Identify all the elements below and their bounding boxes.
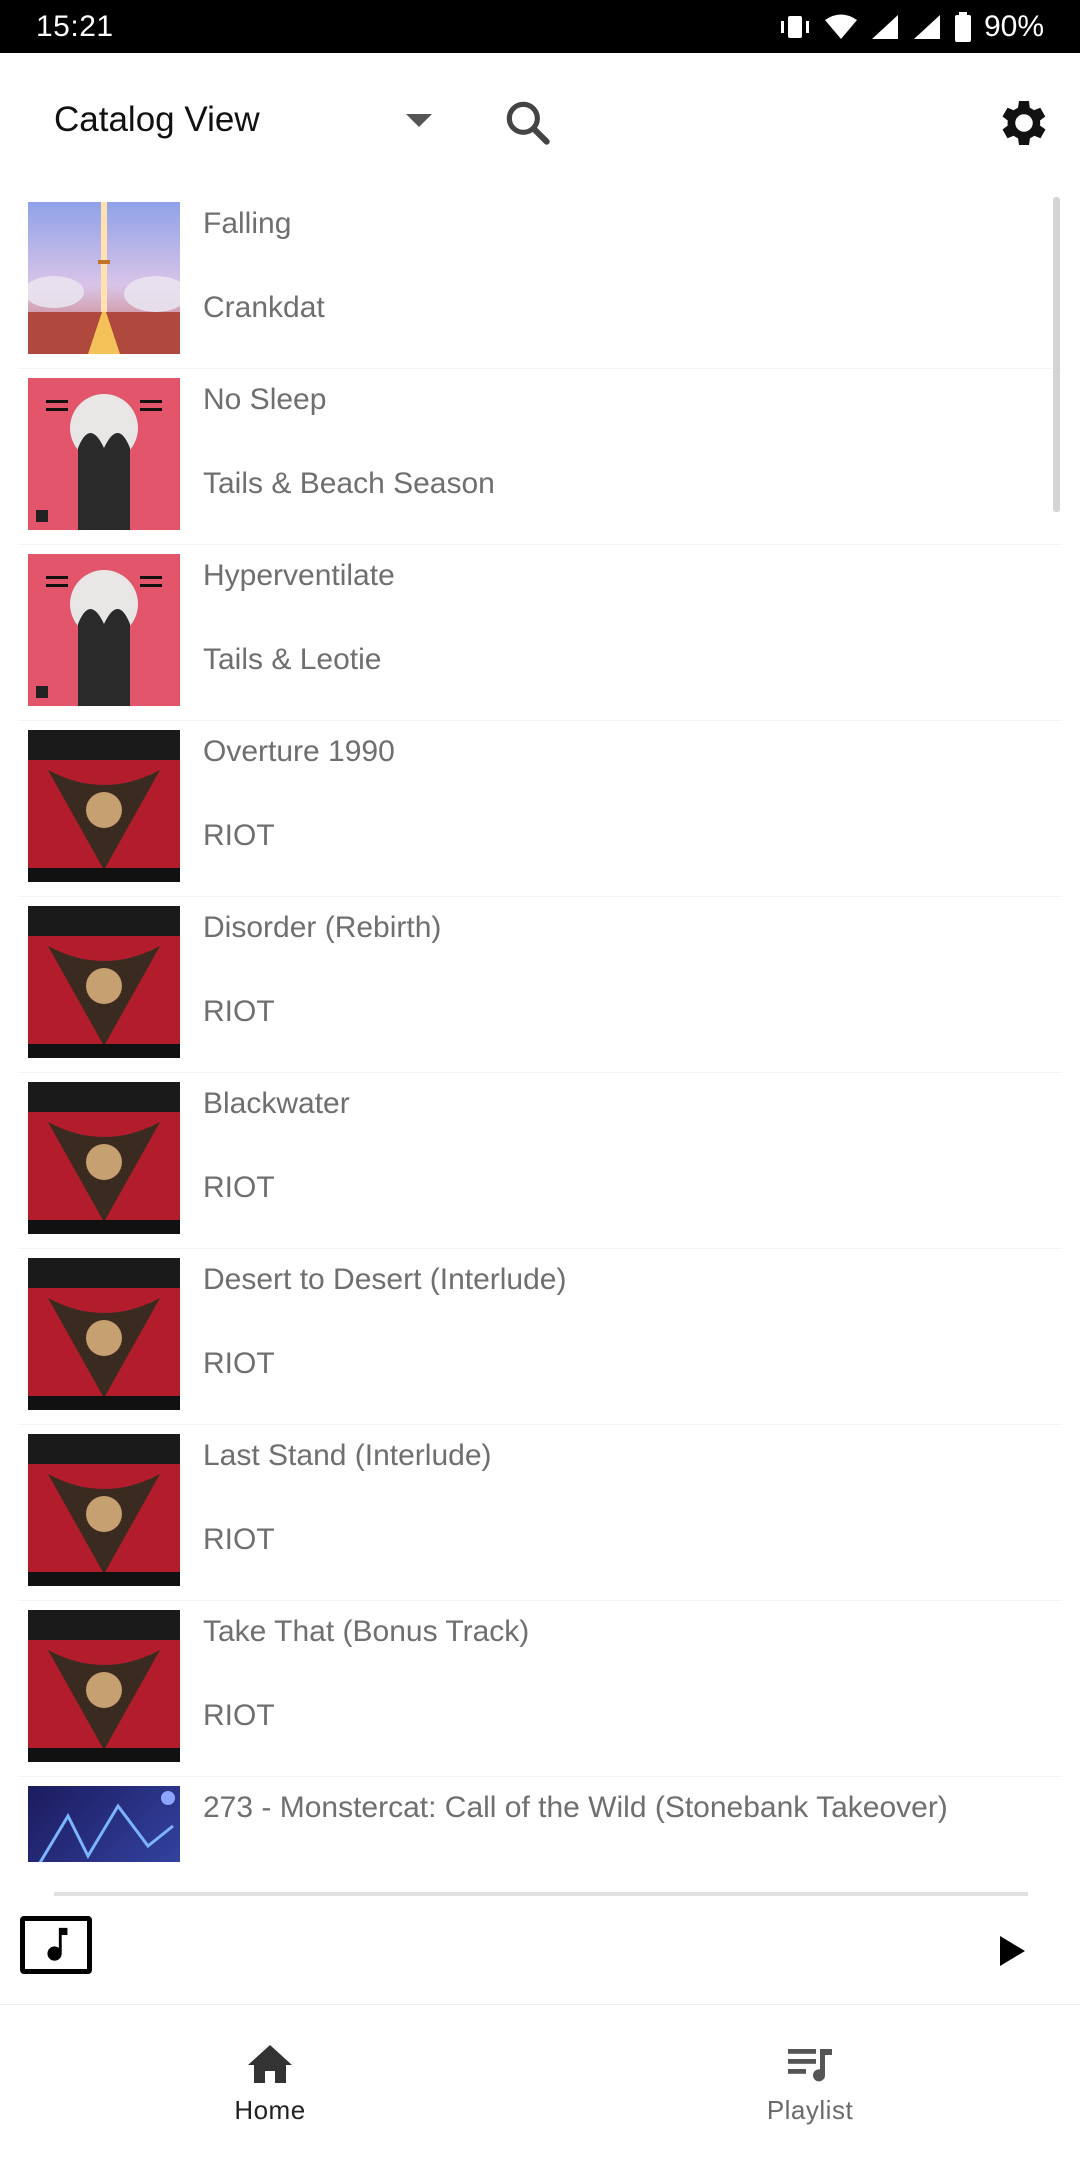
track-title: Take That (Bonus Track)	[203, 1615, 530, 1648]
playback-progress-bar[interactable]	[54, 1892, 1028, 1896]
home-icon	[248, 2045, 292, 2083]
album-art	[28, 906, 180, 1058]
battery-percent: 90%	[983, 9, 1044, 43]
search-icon	[506, 101, 550, 145]
album-art	[28, 1082, 180, 1234]
signal-icon-2	[913, 14, 940, 39]
track-artist: RIOT	[203, 1171, 275, 1204]
view-selector-dropdown[interactable]: Catalog View	[36, 85, 456, 155]
track-row[interactable]: Hyperventilate Tails & Leotie	[18, 545, 1062, 721]
nav-playlist[interactable]: Playlist	[540, 2005, 1080, 2161]
track-row[interactable]: 273 - Monstercat: Call of the Wild (Ston…	[18, 1777, 1062, 1862]
album-art	[28, 1786, 180, 1862]
status-bar: 15:21 90%	[0, 0, 1080, 53]
search-button[interactable]	[500, 95, 556, 151]
track-row[interactable]: Blackwater RIOT	[18, 1073, 1062, 1249]
album-art	[28, 730, 180, 882]
album-art	[28, 554, 180, 706]
wifi-icon	[824, 14, 857, 39]
battery-icon	[954, 11, 971, 42]
track-title: Blackwater	[203, 1087, 350, 1120]
settings-button[interactable]	[994, 93, 1054, 153]
track-row[interactable]: Last Stand (Interlude) RIOT	[18, 1425, 1062, 1601]
playlist-icon	[788, 2049, 832, 2082]
track-title: Desert to Desert (Interlude)	[203, 1263, 567, 1296]
track-artist: RIOT	[203, 995, 275, 1028]
track-row[interactable]: No Sleep Tails & Beach Season	[18, 369, 1062, 545]
track-row[interactable]: Disorder (Rebirth) RIOT	[18, 897, 1062, 1073]
gear-icon	[1002, 101, 1046, 145]
nav-home-label: Home	[234, 2095, 306, 2125]
track-artist: Tails & Beach Season	[203, 467, 495, 500]
track-title: Overture 1990	[203, 735, 395, 768]
track-title: Hyperventilate	[203, 559, 395, 592]
track-title: 273 - Monstercat: Call of the Wild (Ston…	[203, 1791, 948, 1824]
dropdown-arrow-icon	[406, 113, 432, 127]
album-art	[28, 202, 180, 354]
album-art	[28, 1610, 180, 1762]
track-list[interactable]: Falling Crankdat No Sleep Tails & Beach …	[0, 187, 1080, 1862]
track-artist: Tails & Leotie	[203, 643, 382, 676]
album-art	[28, 1434, 180, 1586]
track-title: No Sleep	[203, 383, 327, 416]
track-artist: RIOT	[203, 1523, 275, 1556]
track-artist: RIOT	[203, 1347, 275, 1380]
list-scrollbar[interactable]	[1053, 197, 1060, 512]
track-title: Falling	[203, 207, 292, 240]
track-row[interactable]: Falling Crankdat	[18, 193, 1062, 369]
nav-playlist-label: Playlist	[766, 2095, 854, 2125]
top-toolbar: Catalog View	[0, 53, 1080, 187]
track-row[interactable]: Overture 1990 RIOT	[18, 721, 1062, 897]
music-note-icon	[47, 1927, 68, 1961]
track-artist: RIOT	[203, 1699, 275, 1732]
status-time: 15:21	[36, 9, 114, 43]
now-playing-art[interactable]	[20, 1916, 92, 1974]
play-icon	[1000, 1936, 1025, 1966]
album-art	[28, 1258, 180, 1410]
bottom-navigation: Home Playlist	[0, 2004, 1080, 2160]
nav-home[interactable]: Home	[0, 2005, 540, 2161]
play-button[interactable]	[990, 1931, 1030, 1971]
album-art	[28, 378, 180, 530]
track-artist: RIOT	[203, 819, 275, 852]
status-icons: 90%	[778, 10, 1044, 44]
track-title: Last Stand (Interlude)	[203, 1439, 492, 1472]
signal-icon	[871, 14, 898, 39]
track-row[interactable]: Take That (Bonus Track) RIOT	[18, 1601, 1062, 1777]
track-row[interactable]: Desert to Desert (Interlude) RIOT	[18, 1249, 1062, 1425]
track-artist: Crankdat	[203, 291, 325, 324]
track-title: Disorder (Rebirth)	[203, 911, 442, 944]
vibrate-icon	[780, 15, 809, 38]
view-selector-label: Catalog View	[54, 100, 260, 139]
